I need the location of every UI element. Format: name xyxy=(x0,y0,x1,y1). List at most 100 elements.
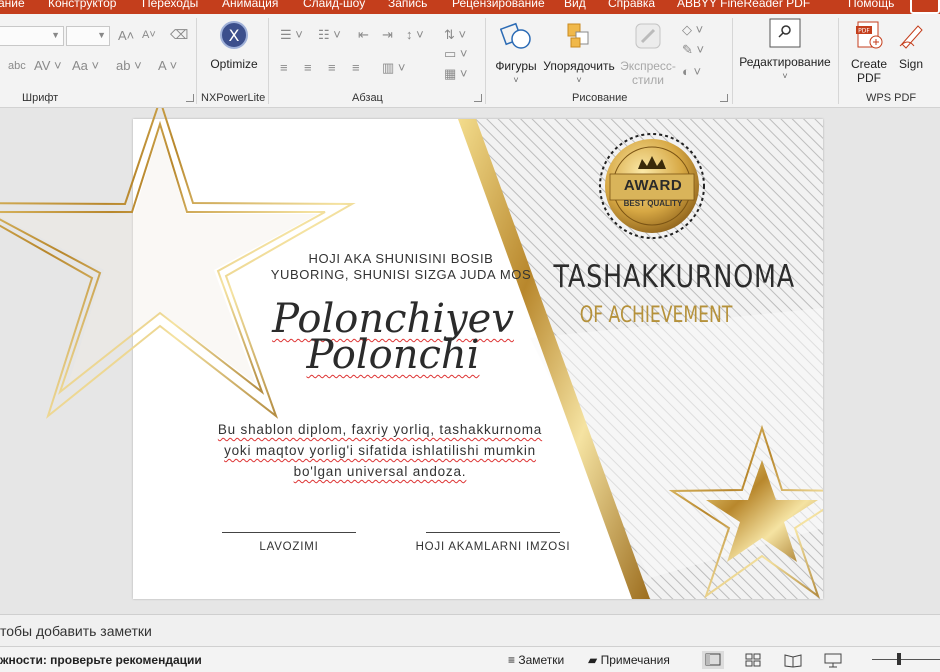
numbering-icon[interactable]: ☷ ˅ xyxy=(318,27,341,43)
menu-tab-assist[interactable]: Помощь xyxy=(848,0,894,10)
slide-canvas[interactable]: HOJI AKA SHUNISINI BOSIB YUBORING, SHUNI… xyxy=(0,108,823,599)
award-badge-title: AWARD xyxy=(623,177,683,194)
ribbon-divider xyxy=(196,18,197,104)
menu-tab-transitions[interactable]: Переходы xyxy=(142,0,198,10)
slideshow-view-button[interactable] xyxy=(822,651,844,669)
justify-icon[interactable]: ≡ xyxy=(352,60,360,75)
accessibility-status[interactable]: жности: проверьте рекомендации xyxy=(0,653,202,667)
subtitle[interactable]: HOJI AKA SHUNISINI BOSIB YUBORING, SHUNI… xyxy=(251,251,551,283)
sign-button[interactable]: Sign xyxy=(894,20,928,71)
font-dialog-launcher[interactable] xyxy=(186,94,194,102)
recipient-line-2: Polonchi xyxy=(306,332,480,378)
subtitle-line-1: HOJI AKA SHUNISINI BOSIB xyxy=(308,251,494,266)
font-size-combo[interactable]: ▼ xyxy=(66,26,110,46)
menu-tab-slideshow[interactable]: Слайд-шоу xyxy=(303,0,365,10)
menu-tab-abbyy[interactable]: ABBYY FineReader PDF xyxy=(677,0,810,10)
strikethrough-icon[interactable]: abc xyxy=(8,60,26,72)
signature-label-left[interactable]: LAVOZIMI xyxy=(222,541,356,553)
notes-pane[interactable]: тобы добавить заметки xyxy=(0,614,940,646)
editing-button[interactable]: Редактирование ˅ xyxy=(738,18,832,83)
menu-tab-design[interactable]: Конструктор xyxy=(48,0,116,10)
line-spacing-icon[interactable]: ↕ ˅ xyxy=(406,27,424,42)
shapes-button[interactable]: Фигуры ˅ xyxy=(490,20,542,87)
create-pdf-label-2: PDF xyxy=(857,71,881,85)
quick-styles-button[interactable]: Экспресс- стили xyxy=(618,20,678,87)
slide-sorter-button[interactable] xyxy=(742,651,764,669)
zoom-slider-track[interactable] xyxy=(872,659,940,660)
normal-view-button[interactable] xyxy=(702,651,724,669)
create-pdf-label-1: Create xyxy=(850,57,888,71)
bullets-icon[interactable]: ☰ ˅ xyxy=(280,27,303,43)
notes-toggle-label: Заметки xyxy=(518,653,565,667)
description-text[interactable]: Bu shablon diplom, faxriy yorliq, tashak… xyxy=(205,419,555,482)
optimize-label: Optimize xyxy=(210,57,258,71)
align-text-icon[interactable]: ▭ ˅ xyxy=(444,46,468,62)
ribbon-divider xyxy=(838,18,839,104)
description-content: Bu shablon diplom, faxriy yorliq, tashak… xyxy=(217,422,543,479)
reading-view-button[interactable] xyxy=(782,651,804,669)
editing-label: Редактирование xyxy=(739,55,831,69)
drawing-dialog-launcher[interactable] xyxy=(720,94,728,102)
text-direction-icon[interactable]: ⇅ ˅ xyxy=(444,27,466,43)
menu-tab-view[interactable]: Вид xyxy=(564,0,586,10)
font-name-combo[interactable]: ▼ xyxy=(0,26,64,46)
ribbon-divider xyxy=(268,18,269,104)
pdf-icon: PDF xyxy=(856,21,883,49)
align-center-icon[interactable]: ≡ xyxy=(304,60,312,75)
subtitle-line-2: YUBORING, SHUNISI SIZGA JUDA MOS xyxy=(270,267,532,282)
quick-styles-label-1: Экспресс- xyxy=(620,59,676,73)
arrange-icon xyxy=(567,23,589,48)
signature-line-left xyxy=(222,532,356,533)
decrease-font-icon[interactable]: A˅ xyxy=(142,29,156,41)
zoom-slider-thumb[interactable] xyxy=(897,653,901,665)
change-case-icon[interactable]: Aa ˅ xyxy=(72,58,99,73)
menu-tab-view-partial[interactable]: ание xyxy=(0,0,25,10)
svg-text:PDF: PDF xyxy=(858,28,870,35)
paragraph-dialog-launcher[interactable] xyxy=(474,94,482,102)
search-icon xyxy=(769,18,801,48)
create-pdf-button[interactable]: PDF Create PDF xyxy=(846,20,892,85)
decrease-indent-icon[interactable]: ⇤ xyxy=(358,27,369,43)
notes-toggle[interactable]: ≡ Заметки xyxy=(508,653,564,667)
signature-line-right xyxy=(426,532,560,533)
smartart-icon[interactable]: ▦ ˅ xyxy=(444,66,468,82)
group-label-font: Шрифт xyxy=(22,92,59,104)
shapes-icon xyxy=(499,22,531,49)
certificate-subtitle[interactable]: OF ACHIEVEMENT xyxy=(559,303,754,328)
group-label-paragraph: Абзац xyxy=(352,92,383,104)
group-label-nxpowerlite: NXPowerLite xyxy=(201,92,266,104)
char-spacing-icon[interactable]: AV ˅ xyxy=(34,58,62,73)
certificate-title[interactable]: TASHAKKURNOMA xyxy=(554,259,795,295)
increase-indent-icon[interactable]: ⇥ xyxy=(382,27,393,43)
columns-icon[interactable]: ▥ ˅ xyxy=(382,60,406,76)
shape-outline-icon[interactable]: ✎ ˅ xyxy=(682,42,704,58)
recipient-name[interactable]: Polonchiyev Polonchi xyxy=(243,299,543,378)
optimize-button[interactable]: X Optimize xyxy=(204,20,264,71)
account-icon[interactable] xyxy=(910,0,940,14)
clear-format-icon[interactable]: ⌫ xyxy=(170,27,188,43)
highlight-icon[interactable]: ab ˅ xyxy=(116,58,142,73)
arrange-label: Упорядочить xyxy=(543,59,615,73)
nxpowerlite-icon: X xyxy=(220,21,248,49)
slideshow-icon xyxy=(824,653,842,668)
arrange-button[interactable]: Упорядочить ˅ xyxy=(542,20,616,87)
group-label-wps: WPS PDF xyxy=(866,92,917,104)
menu-tab-record[interactable]: Запись xyxy=(388,0,427,10)
normal-view-icon xyxy=(705,653,721,666)
signature-label-right[interactable]: HOJI AKAMLARNI IMZOSI xyxy=(395,541,591,553)
menu-tab-help[interactable]: Справка xyxy=(608,0,655,10)
quick-styles-icon xyxy=(635,23,661,49)
comments-toggle-label: Примечания xyxy=(600,653,670,667)
shape-fill-icon[interactable]: ◇ ˅ xyxy=(682,22,703,38)
ribbon-divider xyxy=(732,18,733,104)
increase-font-icon[interactable]: A˄ xyxy=(118,28,134,43)
menu-tab-animation[interactable]: Анимация xyxy=(222,0,278,10)
comments-toggle[interactable]: ▰ Примечания xyxy=(588,653,670,667)
align-right-icon[interactable]: ≡ xyxy=(328,60,336,75)
align-left-icon[interactable]: ≡ xyxy=(280,60,288,75)
ribbon-divider xyxy=(485,18,486,104)
award-badge-subtitle: BEST QUALITY xyxy=(623,199,683,208)
font-color-icon[interactable]: A ˅ xyxy=(158,58,177,73)
menu-tab-review[interactable]: Рецензирование xyxy=(452,0,545,10)
shape-effects-icon[interactable]: ◐ ˅ xyxy=(682,64,701,79)
